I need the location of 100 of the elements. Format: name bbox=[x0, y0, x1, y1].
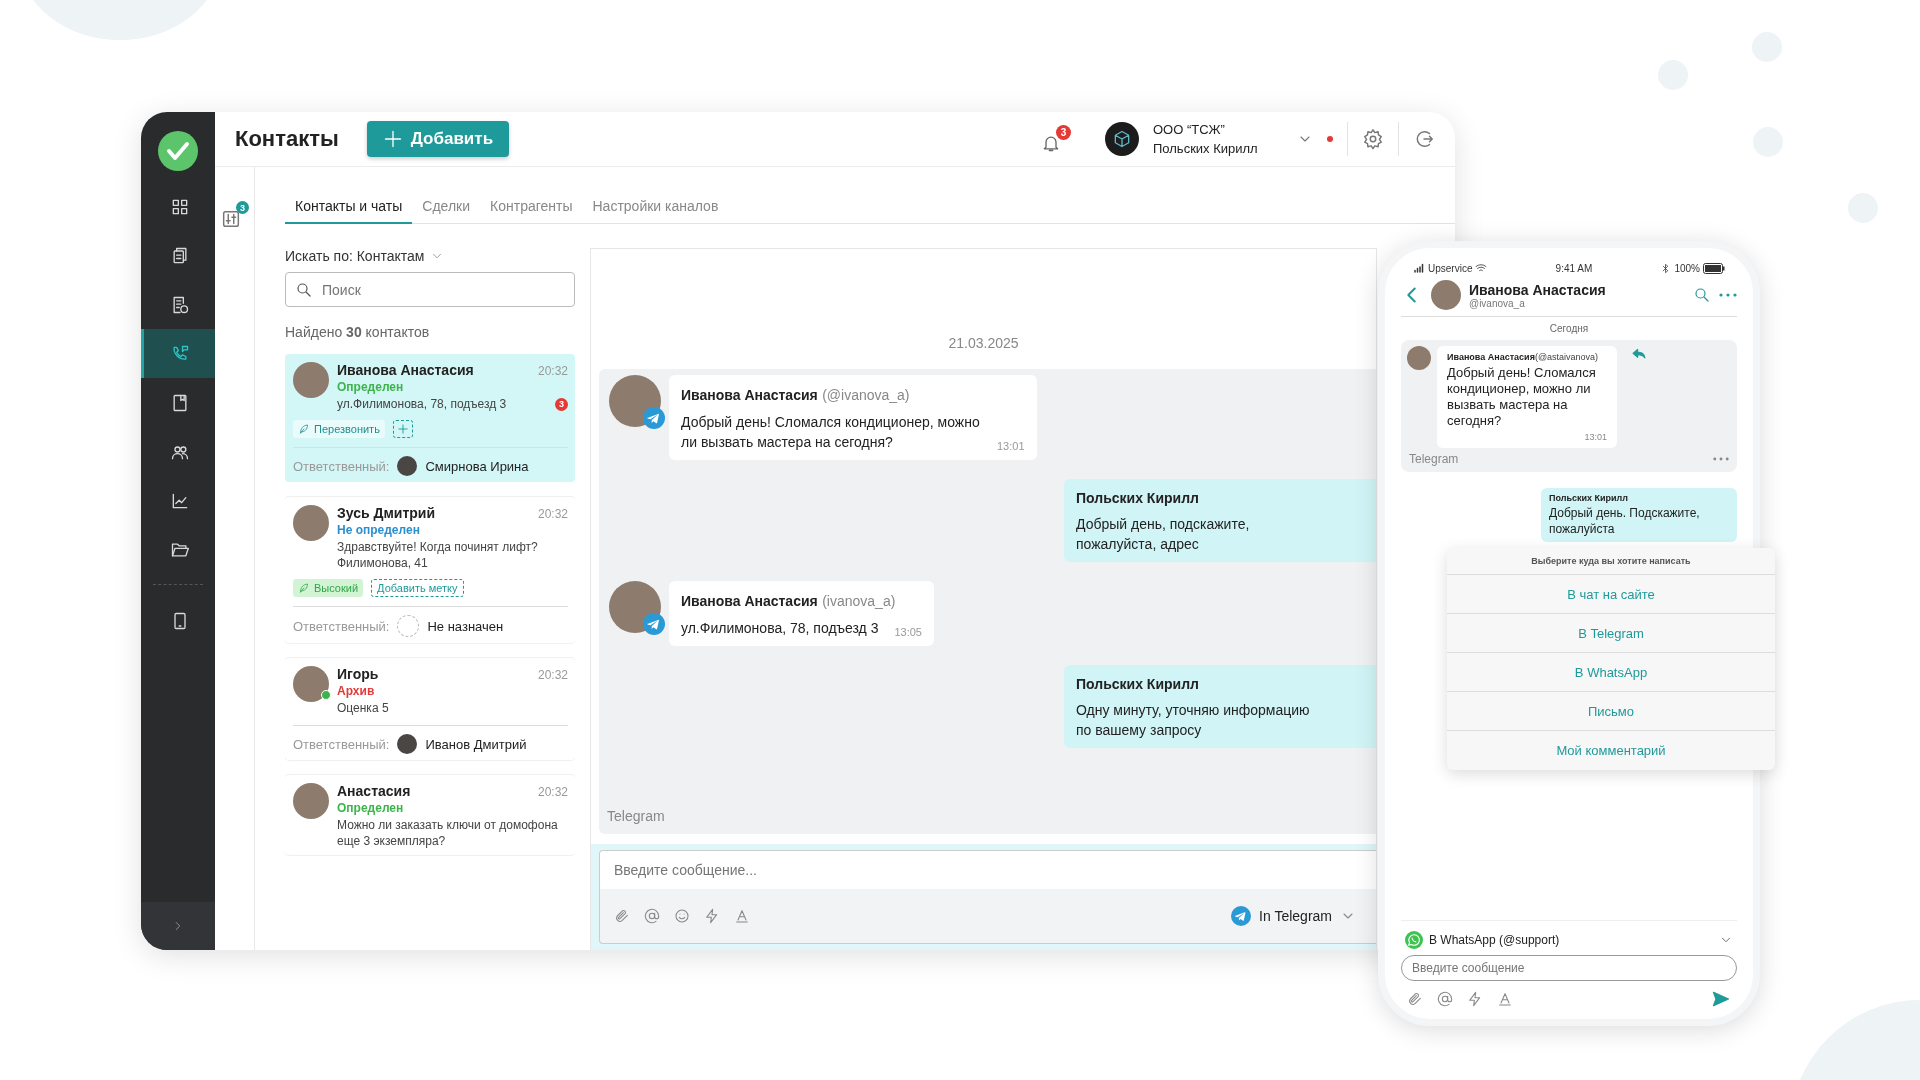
check-logo bbox=[158, 131, 198, 171]
status-dot bbox=[1327, 136, 1333, 142]
more-dots-icon bbox=[1719, 293, 1737, 297]
incoming-message: Иванова Анастасия (@ivanova_a) Добрый день! Сломался кондиционер, можно ли вызвать мастера на сегодня? 13:01 bbox=[669, 375, 1037, 460]
add-tag-button[interactable] bbox=[392, 420, 413, 438]
last-message: Оценка 5 bbox=[337, 700, 389, 716]
avatar bbox=[293, 505, 329, 541]
contact-name: Анастасия bbox=[337, 783, 411, 799]
leaf-icon bbox=[298, 423, 310, 435]
contact-card[interactable]: Анастасия 20:32 Определен Можно ли заказать ключи от домофона еще 3 экземпляра? bbox=[285, 775, 575, 855]
message-time: 20:32 bbox=[537, 785, 568, 799]
menu-item[interactable]: В Telegram bbox=[1447, 614, 1775, 653]
battery-icon bbox=[1703, 262, 1725, 274]
tab[interactable]: Контакты и чаты bbox=[285, 198, 413, 224]
emoji-icon bbox=[674, 908, 690, 924]
menu-item[interactable]: В чат на сайте bbox=[1447, 575, 1775, 614]
lightning-icon bbox=[1467, 991, 1483, 1007]
plus-icon bbox=[395, 422, 410, 436]
battery-level: 100% bbox=[1674, 262, 1700, 274]
unread-badge: 3 bbox=[555, 397, 568, 411]
tab[interactable]: Настройки каналов bbox=[582, 198, 729, 224]
expand-button[interactable] bbox=[141, 902, 215, 950]
contact-card[interactable]: Игорь 20:32 Архив Оценка 5 Ответственный: Иванов Дмитрий bbox=[285, 658, 575, 760]
outgoing-message: Польских Кирилл Одну минуту, уточняю информацию по вашему запросу bbox=[1064, 665, 1376, 748]
filter-badge: 3 bbox=[236, 201, 249, 214]
last-message: Можно ли заказать ключи от домофона еще 3 экземпляра? bbox=[337, 817, 559, 849]
avatar bbox=[293, 362, 329, 398]
responsible-label: Ответственный: bbox=[293, 458, 390, 474]
status-time: 9:41 AM bbox=[1555, 262, 1593, 274]
settings-button[interactable] bbox=[1362, 128, 1384, 150]
responsible-name: Смирнова Ирина bbox=[425, 458, 529, 474]
channel-label: Telegram bbox=[1409, 452, 1459, 466]
search-icon bbox=[1693, 286, 1711, 304]
add-tag-button[interactable]: Добавить метку bbox=[371, 579, 464, 597]
search-field[interactable]: Поиск bbox=[285, 272, 575, 307]
avatar bbox=[293, 783, 329, 819]
settings-icon bbox=[1362, 128, 1384, 150]
notifications-button[interactable]: 3 bbox=[1041, 125, 1071, 153]
contact-handle: @ivanova_a bbox=[1469, 297, 1526, 309]
signal-icon bbox=[1413, 262, 1425, 274]
filter-sliders-icon bbox=[220, 208, 242, 230]
priority-tag[interactable]: Высокий bbox=[293, 579, 364, 597]
mention-icon bbox=[644, 908, 660, 924]
carrier-name: Upservice bbox=[1428, 262, 1473, 274]
contact-status: Архив bbox=[337, 684, 376, 698]
telegram-icon bbox=[643, 407, 665, 429]
date-label: 21.03.2025 bbox=[948, 335, 1019, 351]
responsible-label: Ответственный: bbox=[293, 618, 390, 634]
more-dots-icon bbox=[1713, 457, 1729, 461]
day-label: Сегодня bbox=[1548, 323, 1590, 334]
avatar bbox=[1431, 280, 1461, 310]
outgoing-message: Польских Кирилл Добрый день, подскажите, пожалуйста, адрес bbox=[1064, 479, 1376, 562]
more-button[interactable] bbox=[1713, 457, 1729, 461]
page-title: Контакты bbox=[235, 126, 339, 152]
message-time: 20:32 bbox=[537, 364, 568, 378]
text-format-icon bbox=[734, 908, 750, 924]
contact-name: Иванова Анастасия bbox=[1469, 281, 1607, 298]
menu-title: Выберите куда вы хотите написать bbox=[1447, 548, 1775, 575]
wifi-icon bbox=[1475, 262, 1488, 274]
contact-card[interactable]: Иванова Анастасия 20:32 Определен ул.Филимонова, 78, подъезд 3 3 Перезвонить Ответственный: Смирнова Ирина bbox=[285, 354, 575, 482]
search-by-dropdown[interactable]: Искать по: Контактам bbox=[285, 248, 575, 264]
add-button[interactable]: Добавить bbox=[366, 121, 510, 157]
telegram-icon bbox=[643, 613, 665, 635]
responsible-name: Не назначен bbox=[427, 618, 504, 634]
telegram-icon bbox=[1231, 906, 1252, 926]
incoming-message: Иванова Анастасия(@astaivanova) Добрый день! Сломался кондиционер, можно ли вызвать мастера на сегодня? 13:01 bbox=[1437, 346, 1617, 448]
plus-icon bbox=[382, 129, 403, 149]
filter-button[interactable]: 3 bbox=[220, 201, 249, 232]
message-time: 20:32 bbox=[537, 507, 568, 521]
send-icon bbox=[1711, 989, 1731, 1009]
outgoing-message: Польских Кирилл Добрый день. Подскажите, пожалуйста bbox=[1541, 488, 1737, 542]
search-icon bbox=[295, 281, 313, 299]
text-format-icon bbox=[1497, 991, 1513, 1007]
contact-card[interactable]: Зусь Дмитрий 20:32 Не определен Здравствуйте! Когда починят лифт? Филимонова, 41 Высокий Добавить метку Ответственный: Не назначен bbox=[285, 497, 575, 643]
last-message: ул.Филимонова, 78, подъезд 3 bbox=[337, 396, 507, 412]
leaf-icon bbox=[298, 582, 310, 594]
tab[interactable]: Сделки bbox=[412, 198, 481, 224]
menu-item[interactable]: В WhatsApp bbox=[1447, 653, 1775, 692]
message-input[interactable]: Введите сообщение... bbox=[600, 851, 1376, 889]
contact-name: Игорь bbox=[337, 666, 379, 682]
lightning-icon bbox=[704, 908, 720, 924]
incoming-message: Иванова Анастасия (ivanova_a) ул.Филимонова, 78, подъезд 3 13:05 bbox=[669, 581, 934, 646]
responsible-name: Иванов Дмитрий bbox=[425, 736, 527, 752]
attach-icon bbox=[614, 908, 630, 924]
callback-tag[interactable]: Перезвонить bbox=[293, 420, 385, 438]
message-input[interactable]: Введите сообщение bbox=[1401, 955, 1737, 981]
whatsapp-icon bbox=[1405, 931, 1423, 949]
cube-icon bbox=[1112, 129, 1132, 149]
organization-name: ООО “ТСЖ” bbox=[1153, 122, 1226, 137]
responsible-label: Ответственный: bbox=[293, 736, 390, 752]
more-button[interactable] bbox=[1719, 293, 1737, 297]
contact-status: Не определен bbox=[337, 523, 421, 537]
avatar bbox=[1407, 346, 1431, 370]
tab[interactable]: Контрагенты bbox=[480, 198, 583, 224]
menu-item[interactable]: Письмо bbox=[1447, 692, 1775, 731]
search-button[interactable] bbox=[1693, 286, 1711, 304]
contact-name: Зусь Дмитрий bbox=[337, 505, 436, 521]
menu-item[interactable]: Мой комментарий bbox=[1447, 731, 1775, 770]
send-button[interactable] bbox=[1711, 989, 1731, 1009]
channel-dropdown[interactable]: In Telegram bbox=[1225, 905, 1362, 927]
